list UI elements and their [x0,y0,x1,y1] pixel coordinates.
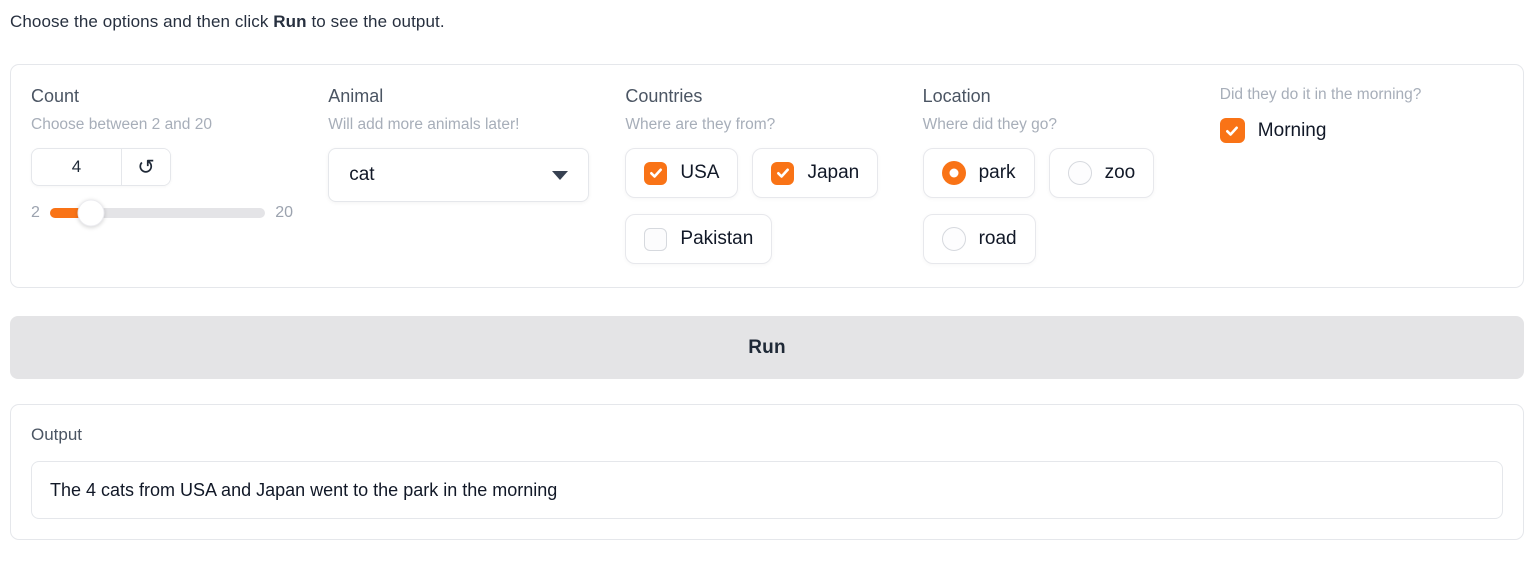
checkbox-checked-icon [1219,118,1245,143]
run-button[interactable]: Run [10,316,1524,379]
reset-icon: ↺ [137,155,155,179]
checkbox-option-label: Japan [807,162,860,183]
location-label: Location [922,86,991,106]
instruction-text: Choose the options and then click Run to… [10,12,1524,32]
animal-dropdown[interactable]: cat [328,148,589,202]
checkbox-checked-icon [771,161,795,185]
location-field: Location Where did they go? park zoo roa… [922,85,1206,267]
count-info: Choose between 2 and 20 [31,116,212,133]
checkbox-option-japan[interactable]: Japan [752,148,879,198]
count-number-input-group: 4 ↺ [31,148,171,186]
radio-option-label: road [978,228,1017,249]
morning-field: Did they do it in the morning? Morning [1219,85,1503,267]
count-slider-track[interactable] [49,199,266,227]
instruction-prefix: Choose the options and then click [10,12,274,31]
morning-checkbox-label: Morning [1257,119,1327,141]
checkbox-unchecked-icon [644,227,668,251]
output-textbox[interactable]: The 4 cats from USA and Japan went to th… [31,461,1503,519]
morning-info: Did they do it in the morning? [1219,86,1422,103]
location-info: Where did they go? [922,116,1058,133]
radio-option-zoo[interactable]: zoo [1048,148,1155,198]
radio-option-park[interactable]: park [922,148,1035,198]
radio-option-label: park [978,162,1016,183]
output-panel: Output The 4 cats from USA and Japan wen… [10,404,1524,540]
checkbox-option-label: Pakistan [680,228,754,249]
count-slider-row: 2 20 [31,199,293,227]
checkbox-option-usa[interactable]: USA [625,148,739,198]
animal-label: Animal [328,86,384,106]
count-slider-thumb[interactable] [77,199,105,227]
checkbox-option-pakistan[interactable]: Pakistan [625,214,773,264]
morning-checkbox[interactable]: Morning [1219,118,1503,143]
slider-max-label: 20 [275,204,293,221]
count-reset-button[interactable]: ↺ [122,149,170,185]
animal-dropdown-value: cat [349,164,375,185]
radio-option-road[interactable]: road [922,214,1036,264]
count-label: Count [31,86,80,106]
instruction-run-word: Run [273,12,307,31]
countries-info: Where are they from? [625,116,776,133]
checkbox-checked-icon [644,161,668,185]
chevron-down-icon [551,170,568,180]
checkbox-option-label: USA [680,162,720,183]
countries-label: Countries [625,86,703,106]
animal-field: Animal Will add more animals later! cat [328,85,611,267]
instruction-suffix: to see the output. [306,12,445,31]
count-number-input[interactable]: 4 [32,149,121,185]
slider-min-label: 2 [31,204,40,221]
location-radio-group: park zoo road [922,148,1206,264]
radio-unselected-icon [941,227,966,251]
output-label: Output [31,425,83,444]
countries-checkbox-group: USA Japan Pakistan [625,148,908,264]
options-panel: Count Choose between 2 and 20 4 ↺ 2 20 A… [10,64,1524,288]
count-field: Count Choose between 2 and 20 4 ↺ 2 20 [31,85,314,267]
countries-field: Countries Where are they from? USA Japan… [625,85,908,267]
radio-selected-icon [941,161,966,185]
radio-unselected-icon [1067,161,1092,185]
animal-info: Will add more animals later! [328,116,520,133]
radio-option-label: zoo [1104,162,1136,183]
